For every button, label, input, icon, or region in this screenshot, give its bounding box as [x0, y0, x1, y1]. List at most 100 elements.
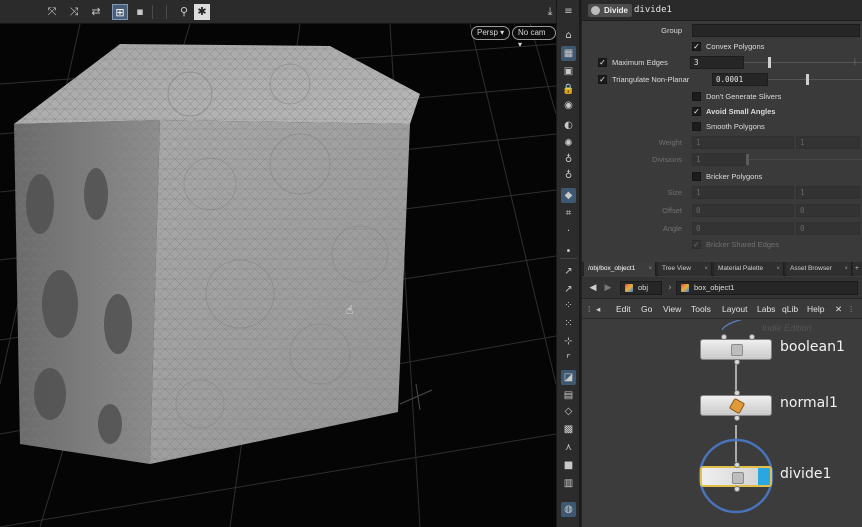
node-name-field[interactable]: divide1: [632, 4, 858, 17]
divisions-slider[interactable]: [746, 159, 862, 160]
scene-viewport[interactable]: ⤧ ⤨ ⇄ ⊞ ▪ ⚲ ✱ ⤓ Persp ▾ No cam ▾ ☝: [0, 0, 556, 527]
tab-tree-view[interactable]: Tree View ×: [658, 262, 712, 276]
menu-qlib[interactable]: qLib: [782, 300, 798, 319]
menu-edit[interactable]: Edit: [616, 300, 631, 319]
lighting-icon[interactable]: ◐: [561, 118, 576, 133]
triangulate-slider-knob[interactable]: [805, 74, 809, 85]
vector-icon[interactable]: ↗: [561, 282, 576, 297]
node-normal1[interactable]: [700, 390, 772, 421]
forward-icon[interactable]: ▶: [602, 282, 614, 294]
max-edges-slider-knob[interactable]: [767, 57, 771, 68]
collapse-icon[interactable]: ◂: [596, 300, 600, 319]
bulb-icon[interactable]: ♁: [561, 152, 576, 167]
menu-tools[interactable]: Tools: [691, 300, 711, 319]
divisions-slider-knob[interactable]: [746, 154, 749, 165]
network-canvas[interactable]: Indie Edition boolean1 normal1 divide1: [582, 320, 862, 527]
avoid-small-checkbox[interactable]: ✓: [692, 107, 701, 116]
max-edges-slider[interactable]: [744, 62, 862, 63]
menu-go[interactable]: Go: [641, 300, 652, 319]
camera-type-button[interactable]: Persp ▾: [471, 26, 511, 40]
node-boolean1[interactable]: [700, 334, 772, 365]
dot-icon[interactable]: •: [561, 244, 576, 259]
size-field-a[interactable]: 1: [692, 186, 794, 199]
input-port[interactable]: [749, 334, 755, 340]
pin-icon[interactable]: ⤓: [542, 4, 556, 20]
point-number-icon[interactable]: ⁙: [561, 316, 576, 331]
tab-close-icon[interactable]: ×: [648, 262, 652, 276]
settings-icon[interactable]: ✱: [194, 4, 210, 20]
node-divide1[interactable]: [700, 462, 772, 492]
output-port[interactable]: [734, 415, 740, 421]
branch-icon[interactable]: ⋏: [561, 440, 576, 455]
menu-layout[interactable]: Layout: [722, 300, 748, 319]
triangulate-slider[interactable]: [768, 79, 862, 80]
shading-icon[interactable]: ◆: [561, 188, 576, 203]
path-obj-crumb[interactable]: obj: [620, 281, 662, 295]
tab-close-icon[interactable]: ×: [844, 262, 848, 276]
bricker-checkbox[interactable]: [692, 172, 701, 181]
cube-mesh[interactable]: [14, 44, 420, 464]
lock-icon[interactable]: 🔒: [561, 82, 576, 97]
snap-icon[interactable]: ⊞: [112, 4, 128, 20]
weight-field-a[interactable]: 1: [692, 136, 794, 149]
menu-help[interactable]: Help: [807, 300, 824, 319]
tab-close-icon[interactable]: ×: [704, 262, 708, 276]
output-port[interactable]: [734, 486, 740, 492]
group-field[interactable]: [692, 24, 860, 37]
pane-menu-icon[interactable]: ≡: [561, 4, 576, 19]
back-icon[interactable]: ◀: [587, 282, 599, 294]
bulb-alt-icon[interactable]: ♁: [561, 168, 576, 183]
frame-icon[interactable]: ▣: [561, 64, 576, 79]
bbox-icon[interactable]: ⌜: [561, 352, 576, 367]
home-icon[interactable]: ⌂: [561, 28, 576, 43]
network-icon[interactable]: ⚲: [176, 4, 192, 20]
angle-field-b[interactable]: 0: [796, 222, 860, 235]
grid-icon[interactable]: ▥: [561, 476, 576, 491]
divisions-field[interactable]: 1: [692, 153, 746, 166]
point-icon[interactable]: ·: [561, 224, 576, 239]
angle-field-a[interactable]: 0: [692, 222, 794, 235]
light-icon[interactable]: ✺: [561, 136, 576, 151]
add-tab-icon[interactable]: +: [853, 262, 862, 276]
origin-icon[interactable]: ◇: [561, 404, 576, 419]
camera-icon[interactable]: ◉: [561, 98, 576, 113]
normal-icon[interactable]: ↗: [561, 264, 576, 279]
triangulate-toggle[interactable]: ✓: [598, 75, 607, 84]
input-port[interactable]: [734, 462, 740, 468]
view-icon[interactable]: ▦: [561, 46, 576, 61]
weight-field-b[interactable]: 1: [796, 136, 860, 149]
display-options-icon[interactable]: ⫶: [850, 300, 852, 319]
template-icon[interactable]: ▤: [561, 388, 576, 403]
prim-number-icon[interactable]: ⁘: [561, 298, 576, 313]
tab-close-icon[interactable]: ×: [776, 262, 780, 276]
handle-icon[interactable]: ⇄: [88, 4, 104, 20]
transform-icon[interactable]: ⤨: [66, 4, 82, 20]
wireframe-icon[interactable]: ⌗: [561, 206, 576, 221]
max-edges-field[interactable]: 3: [690, 56, 744, 69]
offset-field-b[interactable]: 0: [796, 204, 860, 217]
menu-labs[interactable]: Labs: [757, 300, 775, 319]
offset-field-a[interactable]: 0: [692, 204, 794, 217]
input-port[interactable]: [734, 390, 740, 396]
convex-polygons-checkbox[interactable]: ✓: [692, 42, 701, 51]
stop-icon[interactable]: ■: [561, 458, 576, 473]
path-current-crumb[interactable]: box_object1: [676, 281, 858, 295]
select-icon[interactable]: ⤧: [44, 4, 60, 20]
tab-asset-browser[interactable]: Asset Browser ×: [786, 262, 852, 276]
input-port[interactable]: [721, 334, 727, 340]
texture-icon[interactable]: ▩: [561, 422, 576, 437]
tab-material-palette[interactable]: Material Palette ×: [714, 262, 784, 276]
size-field-b[interactable]: 1: [796, 186, 860, 199]
output-port[interactable]: [734, 359, 740, 365]
smooth-checkbox[interactable]: [692, 122, 701, 131]
uv-icon[interactable]: ⊹: [561, 334, 576, 349]
snap-pin-icon[interactable]: ◍: [561, 502, 576, 517]
menu-view[interactable]: View: [663, 300, 681, 319]
dont-slivers-checkbox[interactable]: [692, 92, 701, 101]
wrench-icon[interactable]: ✕: [835, 300, 842, 319]
bricker-shared-checkbox[interactable]: ✓: [692, 240, 701, 249]
tab-network[interactable]: /obj/box_object1 ×: [584, 262, 656, 276]
ghost-icon[interactable]: ◪: [561, 370, 576, 385]
max-edges-toggle[interactable]: ✓: [598, 58, 607, 67]
triangulate-field[interactable]: 0.0001: [712, 73, 768, 86]
